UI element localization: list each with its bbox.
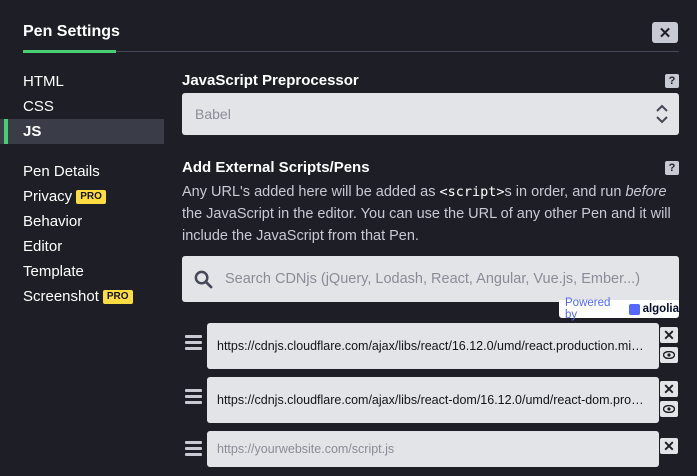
sidebar-item-privacy[interactable]: Privacy PRO	[0, 184, 164, 209]
sidebar-item-label: Template	[23, 263, 84, 280]
modal-title: Pen Settings	[23, 23, 120, 40]
powered-by-algolia[interactable]: Powered by algolia	[559, 297, 679, 321]
pro-badge: PRO	[76, 189, 106, 204]
remove-script-button[interactable]: ✕	[660, 381, 678, 397]
sidebar-item-editor[interactable]: Editor	[0, 234, 164, 259]
title-divider	[116, 51, 679, 52]
drag-handle-icon[interactable]	[185, 441, 202, 456]
pro-badge: PRO	[102, 289, 133, 304]
external-script-row: https://yourwebsite.com/script.js ✕	[182, 431, 679, 476]
sidebar-item-screenshot[interactable]: Screenshot PRO	[0, 284, 164, 309]
sidebar-item-label: Screenshot	[23, 288, 99, 305]
sidebar-item-label: Editor	[23, 238, 63, 255]
external-script-row: https://cdnjs.cloudflare.com/ajax/libs/r…	[182, 323, 679, 369]
view-script-icon[interactable]	[660, 347, 678, 363]
external-script-input[interactable]: https://yourwebsite.com/script.js	[207, 431, 659, 467]
algolia-icon	[628, 303, 640, 315]
sidebar-item-label: Pen Details	[23, 163, 100, 180]
pen-settings-modal: Pen Settings ✕ HTML CSS JS Pen Details P…	[0, 0, 697, 476]
title-underline	[23, 50, 116, 53]
remove-script-button[interactable]: ✕	[660, 438, 678, 454]
sidebar-item-label: CSS	[23, 98, 54, 115]
drag-handle-icon[interactable]	[185, 335, 202, 350]
sidebar-item-html[interactable]: HTML	[0, 69, 164, 94]
external-scripts-label: Add External Scripts/Pens	[182, 159, 370, 176]
remove-script-button[interactable]: ✕	[660, 327, 678, 343]
sidebar-item-label: Privacy	[23, 188, 73, 205]
external-script-row: https://cdnjs.cloudflare.com/ajax/libs/r…	[182, 377, 679, 423]
sidebar-item-js[interactable]: JS	[0, 119, 164, 144]
sidebar-item-label: JS	[23, 123, 42, 140]
sidebar-item-label: HTML	[23, 73, 64, 90]
preprocessor-selected-value: Babel	[195, 106, 231, 122]
cdnjs-search-input[interactable]	[225, 271, 665, 287]
preprocessor-select[interactable]: Babel	[182, 93, 679, 135]
sidebar-item-label: Behavior	[23, 213, 83, 230]
chevron-up-down-icon	[656, 104, 668, 124]
view-script-icon[interactable]	[660, 401, 678, 417]
external-script-input[interactable]: https://cdnjs.cloudflare.com/ajax/libs/r…	[207, 323, 659, 369]
external-script-input[interactable]: https://cdnjs.cloudflare.com/ajax/libs/r…	[207, 377, 659, 423]
external-scripts-description: Any URL's added here will be added as <s…	[182, 184, 671, 244]
cdnjs-search-box	[182, 256, 679, 302]
preprocessor-help-button[interactable]: ?	[665, 74, 679, 88]
search-icon	[194, 270, 213, 288]
sidebar-item-behavior[interactable]: Behavior	[0, 209, 164, 234]
sidebar-item-template[interactable]: Template	[0, 259, 164, 284]
sidebar-item-pen-details[interactable]: Pen Details	[0, 159, 164, 184]
sidebar-item-css[interactable]: CSS	[0, 94, 164, 119]
close-button[interactable]: ✕	[652, 22, 678, 43]
preprocessor-label: JavaScript Preprocessor	[182, 72, 359, 89]
drag-handle-icon[interactable]	[185, 389, 202, 404]
external-scripts-help-button[interactable]: ?	[665, 161, 679, 175]
